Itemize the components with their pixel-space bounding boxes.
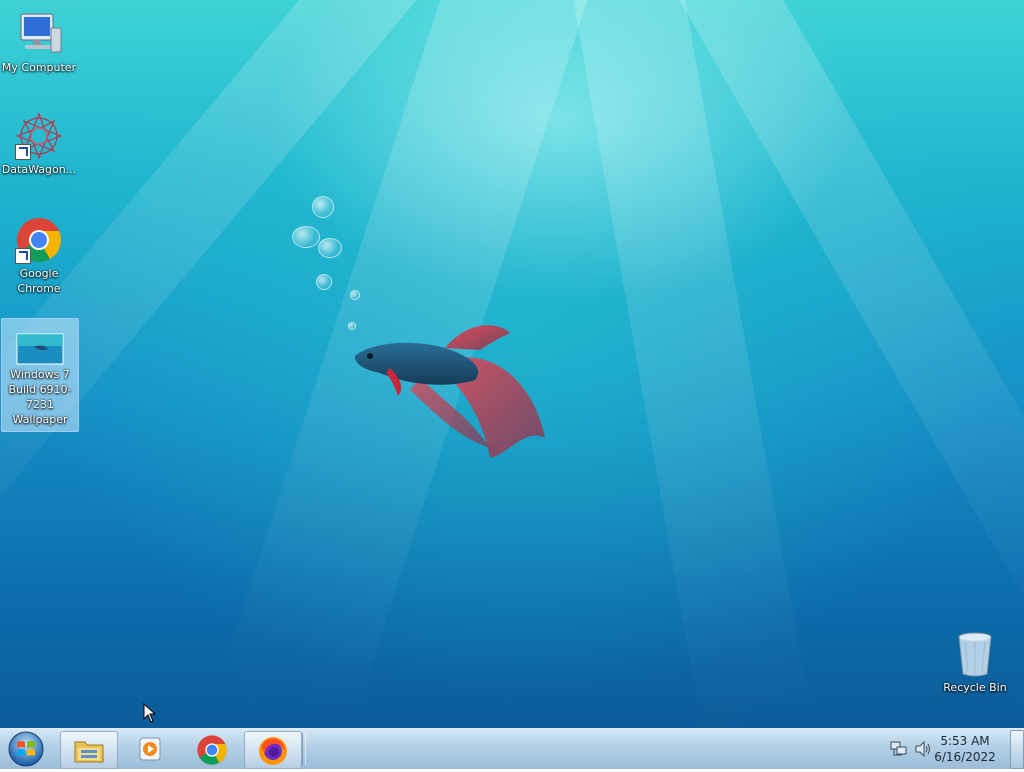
- taskbar-item-media-player[interactable]: [122, 731, 178, 767]
- taskbar-item-file-explorer[interactable]: [60, 731, 118, 769]
- desktop-icon-datawagon[interactable]: DataWagon...: [1, 112, 77, 177]
- wallpaper-bubble: [350, 290, 360, 300]
- image-thumbnail-icon: [16, 333, 64, 365]
- media-player-icon: [139, 737, 161, 761]
- desktop[interactable]: My Computer DataWagon... Google Chrome W…: [0, 0, 1024, 728]
- desktop-icon-recycle-bin[interactable]: Recycle Bin: [937, 630, 1013, 695]
- computer-icon: [20, 13, 62, 53]
- chrome-icon: [197, 735, 227, 765]
- betta-fish-image: [354, 325, 545, 458]
- desktop-icon-label: Google Chrome: [17, 267, 61, 295]
- taskbar-item-chrome[interactable]: [184, 731, 240, 767]
- shortcut-arrow-icon: [15, 248, 31, 264]
- desktop-icon-wallpaper-image[interactable]: Windows 7 Build 6910-7231 Wallpaper: [1, 318, 79, 432]
- desktop-icon-label: Recycle Bin: [943, 681, 1007, 694]
- desktop-icon-label: Windows 7 Build 6910-7231 Wallpaper: [8, 368, 72, 426]
- taskbar-separator: [302, 733, 306, 765]
- windows-orb-icon: [8, 731, 44, 767]
- clock-date[interactable]: 6/16/2022: [930, 750, 1000, 764]
- firefox-icon: [259, 737, 287, 765]
- wallpaper-bubble: [312, 196, 334, 218]
- show-desktop-button[interactable]: [1010, 730, 1024, 769]
- taskbar-item-firefox[interactable]: [244, 731, 302, 769]
- taskbar[interactable]: 5:53 AM 6/16/2022: [0, 728, 1024, 769]
- desktop-icon-label: DataWagon...: [1, 163, 77, 176]
- wallpaper-bubble: [316, 274, 332, 290]
- desktop-icon-label: My Computer: [1, 61, 77, 74]
- mouse-cursor-icon: [143, 703, 157, 723]
- wallpaper-bubble: [318, 238, 342, 258]
- desktop-icon-google-chrome[interactable]: Google Chrome: [1, 216, 77, 296]
- desktop-icon-my-computer[interactable]: My Computer: [1, 10, 77, 75]
- network-icon[interactable]: [890, 741, 908, 757]
- recycle-bin-icon: [958, 632, 992, 677]
- file-explorer-icon: [74, 741, 104, 763]
- start-button[interactable]: [6, 730, 46, 768]
- wallpaper-bubble: [292, 226, 320, 248]
- clock-time[interactable]: 5:53 AM: [930, 734, 1000, 748]
- shortcut-arrow-icon: [15, 144, 31, 160]
